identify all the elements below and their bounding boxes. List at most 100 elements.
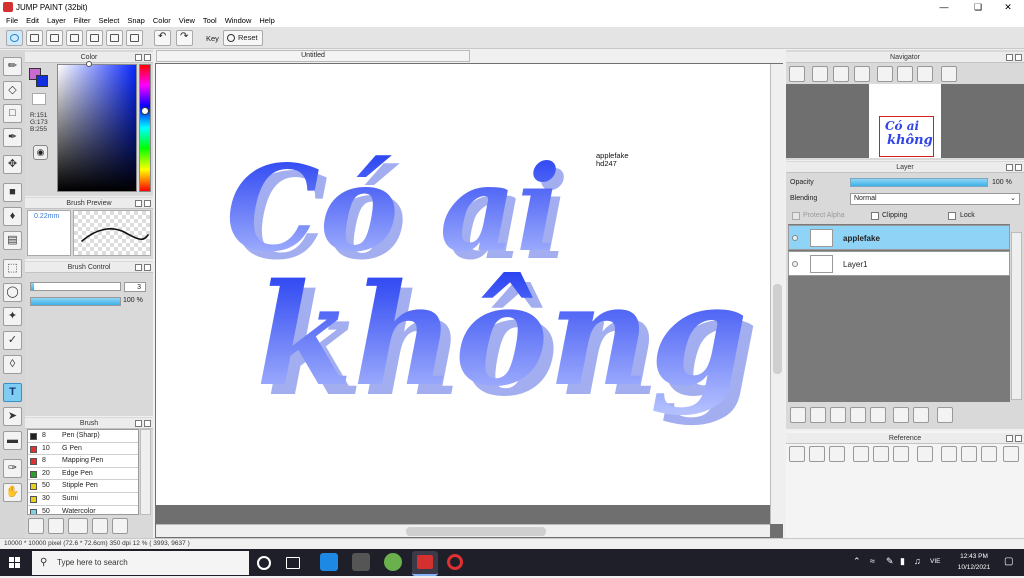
- panel-float-icon[interactable]: [135, 264, 142, 271]
- delete-layer-icon[interactable]: [937, 407, 953, 423]
- lock-checkbox[interactable]: [948, 212, 956, 220]
- bucket-tool-icon[interactable]: ♦: [3, 207, 22, 226]
- zoom-in-icon[interactable]: [789, 66, 805, 82]
- cortana-icon[interactable]: [257, 556, 271, 570]
- menu-snap[interactable]: Snap: [123, 16, 149, 25]
- brush-size-value[interactable]: 3: [124, 282, 146, 292]
- panel-float-icon[interactable]: [1006, 54, 1013, 61]
- eraser-tool-icon[interactable]: ◇: [3, 81, 22, 100]
- canvas-tab[interactable]: Untitled: [156, 50, 470, 62]
- canvas-vertical-scrollbar[interactable]: [770, 64, 783, 524]
- task-view-icon[interactable]: [286, 557, 300, 569]
- layer-row-applefake[interactable]: applefake: [788, 225, 1010, 250]
- brush-item[interactable]: 10 G Pen: [28, 443, 138, 456]
- fit-screen-icon[interactable]: [833, 66, 849, 82]
- menu-window[interactable]: Window: [221, 16, 256, 25]
- brush-menu-icon[interactable]: [68, 518, 88, 534]
- brush-opacity-slider[interactable]: [30, 297, 121, 306]
- palette-icon[interactable]: ◉: [33, 145, 48, 160]
- new-pattern-layer-icon[interactable]: [850, 407, 866, 423]
- panel-close-icon[interactable]: [144, 54, 151, 61]
- new-layer-icon[interactable]: [790, 407, 806, 423]
- hue-cursor[interactable]: [141, 107, 149, 115]
- rotate-right-icon[interactable]: [917, 66, 933, 82]
- secondary-color-swatch[interactable]: [36, 75, 48, 87]
- new-halftone-layer-icon[interactable]: [830, 407, 846, 423]
- reference-zoom-out-icon[interactable]: [893, 446, 909, 462]
- brush-item[interactable]: 8 Pen (Sharp): [28, 430, 138, 443]
- panel-float-icon[interactable]: [1006, 435, 1013, 442]
- taskbar-search-input[interactable]: ⚲ Type here to search: [32, 551, 249, 575]
- panel-close-icon[interactable]: [144, 200, 151, 207]
- reference-fit-icon[interactable]: [873, 446, 889, 462]
- list-icon[interactable]: [106, 30, 123, 46]
- store-icon[interactable]: [352, 553, 370, 571]
- new-folder-icon[interactable]: [870, 407, 886, 423]
- select-eraser-icon[interactable]: ◊: [3, 355, 22, 374]
- brush-settings-icon[interactable]: [28, 518, 44, 534]
- sv-cursor[interactable]: [86, 61, 92, 67]
- lasso-icon[interactable]: ◯: [3, 283, 22, 302]
- gradient-tool-icon[interactable]: ▤: [3, 231, 22, 250]
- fill-rect-tool-icon[interactable]: ■: [3, 183, 22, 202]
- saturation-value-picker[interactable]: [57, 64, 137, 192]
- cloud-icon[interactable]: [6, 30, 23, 46]
- maximize-button[interactable]: ❏: [962, 0, 994, 14]
- jump-paint-taskbar-icon[interactable]: [412, 551, 438, 576]
- menu-edit[interactable]: Edit: [22, 16, 43, 25]
- eyedropper-icon[interactable]: ✑: [3, 459, 22, 478]
- move-tool-icon[interactable]: ✥: [3, 155, 22, 174]
- brush-folder-icon[interactable]: [112, 518, 128, 534]
- notification-icon[interactable]: ▢: [1004, 556, 1013, 567]
- menu-filter[interactable]: Filter: [70, 16, 95, 25]
- brush-size-slider[interactable]: [30, 282, 121, 291]
- new-brush-icon[interactable]: [48, 518, 64, 534]
- chevron-up-icon[interactable]: ⌃: [853, 556, 861, 567]
- reference-close-icon[interactable]: [829, 446, 845, 462]
- hscroll-thumb[interactable]: [406, 527, 546, 536]
- layer-row-layer1[interactable]: Layer1: [788, 251, 1010, 276]
- document-icon[interactable]: [86, 30, 103, 46]
- pen-tool-icon[interactable]: ✒: [3, 128, 22, 147]
- menu-help[interactable]: Help: [255, 16, 278, 25]
- panel-float-icon[interactable]: [135, 420, 142, 427]
- operation-tool-icon[interactable]: ➤: [3, 407, 22, 426]
- undo-icon[interactable]: ↶: [154, 30, 171, 46]
- panel-float-icon[interactable]: [1006, 164, 1013, 171]
- share-icon[interactable]: [26, 30, 43, 46]
- comment-icon[interactable]: [46, 30, 63, 46]
- hue-slider[interactable]: [139, 64, 151, 192]
- reset-button[interactable]: Reset: [223, 30, 263, 46]
- reference-rotate-left-icon[interactable]: [941, 446, 957, 462]
- brush-item[interactable]: 50 Watercolor: [28, 506, 138, 514]
- brush-list-scrollbar[interactable]: [140, 429, 151, 515]
- brush-item[interactable]: 8 Mapping Pen: [28, 455, 138, 468]
- mail-icon[interactable]: [320, 553, 338, 571]
- rotate-left-icon[interactable]: [877, 66, 893, 82]
- redo-icon[interactable]: ↷: [176, 30, 193, 46]
- hand-tool-icon[interactable]: ✋: [3, 483, 22, 502]
- zoom-in-icon[interactable]: [812, 66, 828, 82]
- panel-close-icon[interactable]: [1015, 54, 1022, 61]
- menu-select[interactable]: Select: [94, 16, 123, 25]
- battery-icon[interactable]: ▮: [900, 556, 905, 567]
- taskbar-clock[interactable]: 12:43 PM 10/12/2021: [948, 551, 1000, 573]
- vscroll-thumb[interactable]: [773, 284, 782, 374]
- pen-icon[interactable]: ✎: [886, 556, 894, 567]
- reference-open-icon[interactable]: [809, 446, 825, 462]
- menu-layer[interactable]: Layer: [43, 16, 70, 25]
- menu-tool[interactable]: Tool: [199, 16, 221, 25]
- rectangle-tool-icon[interactable]: □: [3, 104, 22, 123]
- canvas-horizontal-scrollbar[interactable]: [156, 524, 770, 537]
- canvas-paper[interactable]: Có ai Có ai không không applefake hd247: [156, 64, 770, 505]
- panel-close-icon[interactable]: [144, 264, 151, 271]
- brush-item[interactable]: 50 Stipple Pen: [28, 480, 138, 493]
- flip-icon[interactable]: [941, 66, 957, 82]
- panel-float-icon[interactable]: [135, 54, 142, 61]
- panel-close-icon[interactable]: [1015, 164, 1022, 171]
- browser-icon[interactable]: [384, 553, 402, 571]
- brush-copy-icon[interactable]: [92, 518, 108, 534]
- minimize-button[interactable]: —: [928, 0, 960, 14]
- text-tool-icon[interactable]: T: [3, 383, 22, 402]
- reference-rotate-right-icon[interactable]: [981, 446, 997, 462]
